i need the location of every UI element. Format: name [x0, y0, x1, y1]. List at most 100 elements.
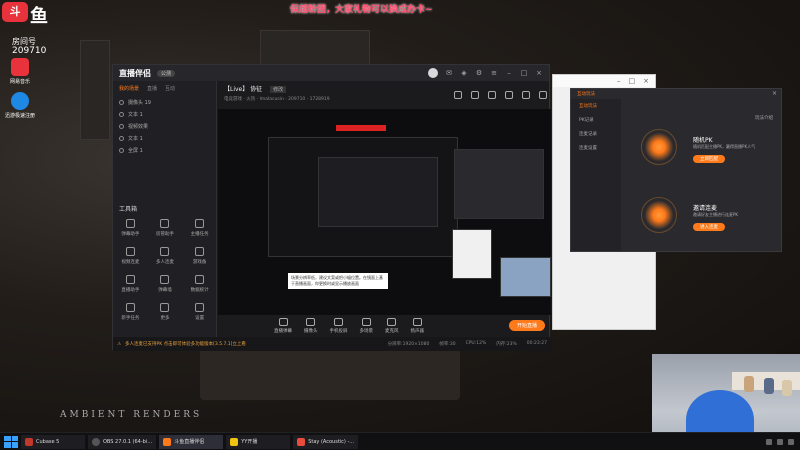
scene-item[interactable]: 摄像头 19	[113, 96, 216, 108]
tool-label: 主播任务	[190, 232, 209, 237]
scene-item[interactable]: 文本 1	[113, 108, 216, 120]
scene-icon	[361, 318, 371, 326]
pk-tab-link-records[interactable]: 连麦记录	[571, 127, 621, 141]
scene-item[interactable]: 文本 1	[113, 132, 216, 144]
edit-tag[interactable]: 修改	[270, 86, 287, 93]
stream-header: 【Live】 协征 修改 电竞游戏 · 火热 · Imalacusin · 20…	[218, 81, 551, 105]
desktop-icon-music[interactable]: 网易音乐	[0, 58, 40, 85]
camera-button[interactable]: 摄像头	[304, 318, 318, 334]
close-icon[interactable]: ×	[643, 77, 649, 85]
pk-tab-records[interactable]: PK记录	[571, 113, 621, 127]
tool-label: 弹幕墙	[158, 288, 172, 293]
maximize-icon[interactable]: □	[520, 69, 528, 77]
tool-more[interactable]: 更多	[148, 303, 183, 321]
enter-link-button[interactable]: 进入连麦	[693, 223, 725, 231]
microphone-button[interactable]: 麦克风	[385, 318, 399, 334]
minimize-icon[interactable]: –	[617, 77, 621, 85]
start-live-button[interactable]: 开始直播	[508, 320, 545, 331]
tool-danmu[interactable]: 弹幕助手	[113, 219, 148, 237]
tab-live[interactable]: 直播	[147, 85, 157, 92]
stream-preview[interactable]: 场景分辨率低，建议文案或把小幅位置。在镜面上基于直播画面，你更换时或显示播放画面	[218, 109, 551, 315]
pk-tab-link-settings[interactable]: 连麦设置	[571, 141, 621, 155]
close-icon[interactable]: ×	[535, 69, 543, 77]
record-icon[interactable]	[454, 91, 462, 99]
bell-icon[interactable]	[522, 91, 530, 99]
scene-label: 摄像头 19	[128, 99, 151, 106]
left-panel: 我的场景 直播 互动 摄像头 19 文本 1 视频效果 文本 1 全屏 1 工具…	[113, 81, 217, 337]
taskbar-item-music[interactable]: Stay (Acoustic) -…	[293, 434, 359, 449]
taskbar-item-cubase[interactable]: Cubase 5	[21, 434, 85, 449]
eye-icon[interactable]	[119, 123, 124, 129]
tool-room-admin[interactable]: 房管助手	[148, 219, 183, 237]
nested-white-window	[452, 229, 492, 279]
stat-memory: 内存:23%	[496, 342, 517, 347]
tool-game[interactable]: 游戏备	[182, 247, 217, 265]
lock-icon[interactable]	[471, 91, 479, 99]
tool-danmu-wall[interactable]: 弹幕墙	[148, 275, 183, 293]
tool-newbie[interactable]: 新手任务	[113, 303, 148, 321]
bear-figure-icon	[744, 376, 754, 392]
pk-interaction-window: 互动玩法 × 互动玩法 PK记录 连麦记录 连麦设置 玩法介绍 随机PK 随机匹…	[570, 88, 782, 252]
scene-item[interactable]: 视频效果	[113, 120, 216, 132]
notification-icon[interactable]	[788, 438, 794, 445]
tab-my-scenes[interactable]: 我的场景	[119, 85, 139, 92]
speaker-button[interactable]: 扬声器	[411, 318, 424, 334]
tool-multi-link[interactable]: 多人连麦	[148, 247, 183, 265]
taskbar-item-obs[interactable]: OBS 27.0.1 (64-bi…	[88, 434, 157, 449]
pk-sidebar: 互动玩法 PK记录 连麦记录 连麦设置	[571, 99, 621, 251]
settings-icon[interactable]: ⚙	[475, 69, 483, 77]
random-match-button[interactable]: 立即匹配	[693, 155, 725, 163]
network-icon[interactable]	[766, 438, 772, 445]
maximize-icon[interactable]: □	[629, 77, 636, 85]
scene-label: 视频效果	[128, 123, 149, 130]
close-icon[interactable]: ×	[772, 90, 777, 97]
play-intro-link[interactable]: 玩法介绍	[755, 115, 773, 121]
tab-interact[interactable]: 互动	[165, 85, 175, 92]
menu-icon[interactable]: ≡	[490, 69, 498, 77]
eye-icon[interactable]	[119, 99, 124, 105]
phone-cast-button[interactable]: 手机投屏	[330, 318, 348, 334]
shirt-icon[interactable]: ◈	[460, 69, 468, 77]
windows-start-icon[interactable]	[4, 435, 18, 448]
tool-stats[interactable]: 数据统计	[182, 275, 217, 293]
eye-icon[interactable]	[119, 147, 124, 153]
app-brand: 直播伴侣	[119, 68, 151, 78]
tool-label: 数据统计	[190, 288, 209, 293]
danmu-button[interactable]: 直播弹幕	[274, 318, 292, 334]
tool-tasks[interactable]: 主播任务	[182, 219, 217, 237]
eye-icon[interactable]	[119, 135, 124, 141]
message-icon[interactable]: ✉	[445, 69, 453, 77]
taskbar-item-douyu[interactable]: 斗鱼直播伴侣	[159, 434, 224, 449]
taskbar-item-yy[interactable]: YY开播	[226, 434, 291, 449]
tool-settings[interactable]: 设置	[182, 303, 217, 321]
eye-icon[interactable]	[119, 111, 124, 117]
room-number: 209710	[12, 46, 47, 56]
avatar[interactable]	[428, 68, 438, 78]
toolbox-header: 工具箱	[119, 206, 138, 213]
tool-label: 房管助手	[155, 232, 174, 237]
multi-scene-button[interactable]: 多场景	[360, 318, 373, 334]
share-icon[interactable]	[539, 91, 547, 99]
wall-icon	[160, 275, 170, 284]
assistant-icon	[125, 275, 135, 284]
volume-icon[interactable]	[777, 438, 783, 445]
pk-tab-play[interactable]: 互动玩法	[571, 99, 621, 113]
danmu-icon	[278, 318, 288, 326]
tool-label: 设置	[195, 316, 205, 321]
scene-item[interactable]: 全屏 1	[113, 144, 216, 156]
pk-card-title: 邀请连麦	[693, 205, 718, 212]
status-notice[interactable]: 多人连麦已支持PK 点击即可体验多功能版本[3.5.7.1]立上看	[125, 341, 246, 347]
desktop-icon-speedup[interactable]: 迅游极速注册	[0, 92, 40, 119]
minimize-icon[interactable]: –	[505, 69, 513, 77]
gift-icon[interactable]	[488, 91, 496, 99]
pk-card-title: 随机PK	[693, 137, 713, 144]
pk-window-title: 互动玩法	[577, 92, 595, 97]
tool-assistant[interactable]: 直播助手	[113, 275, 148, 293]
wallpaper-brand: AMBIENT RENDERS	[60, 410, 203, 420]
tool-label: 更多	[160, 316, 170, 321]
tool-label: 直播助手	[121, 288, 140, 293]
microphone-icon	[387, 318, 397, 326]
tool-video-link[interactable]: 视频连麦	[113, 247, 148, 265]
calendar-icon[interactable]	[505, 91, 513, 99]
chart-icon	[195, 275, 205, 284]
